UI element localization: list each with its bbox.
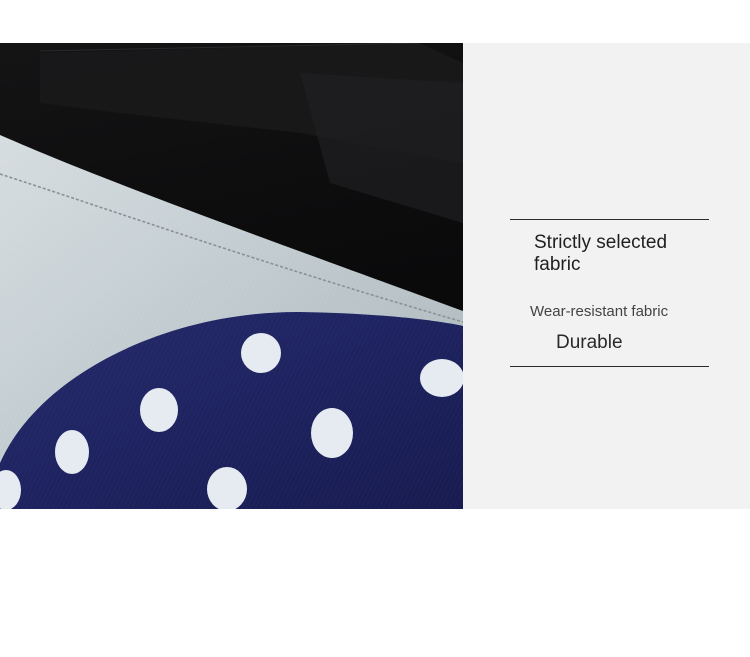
top-divider — [510, 219, 709, 220]
feature-panel: Strictly selected fabric Wear-resistant … — [463, 43, 750, 509]
product-photo — [0, 43, 463, 509]
feature-subtitle: Wear-resistant fabric — [530, 303, 669, 320]
fabric-close-up-icon — [0, 43, 463, 509]
feature-tag: Durable — [556, 332, 623, 353]
bottom-divider — [510, 366, 709, 367]
feature-headline: Strictly selected fabric — [534, 232, 668, 275]
